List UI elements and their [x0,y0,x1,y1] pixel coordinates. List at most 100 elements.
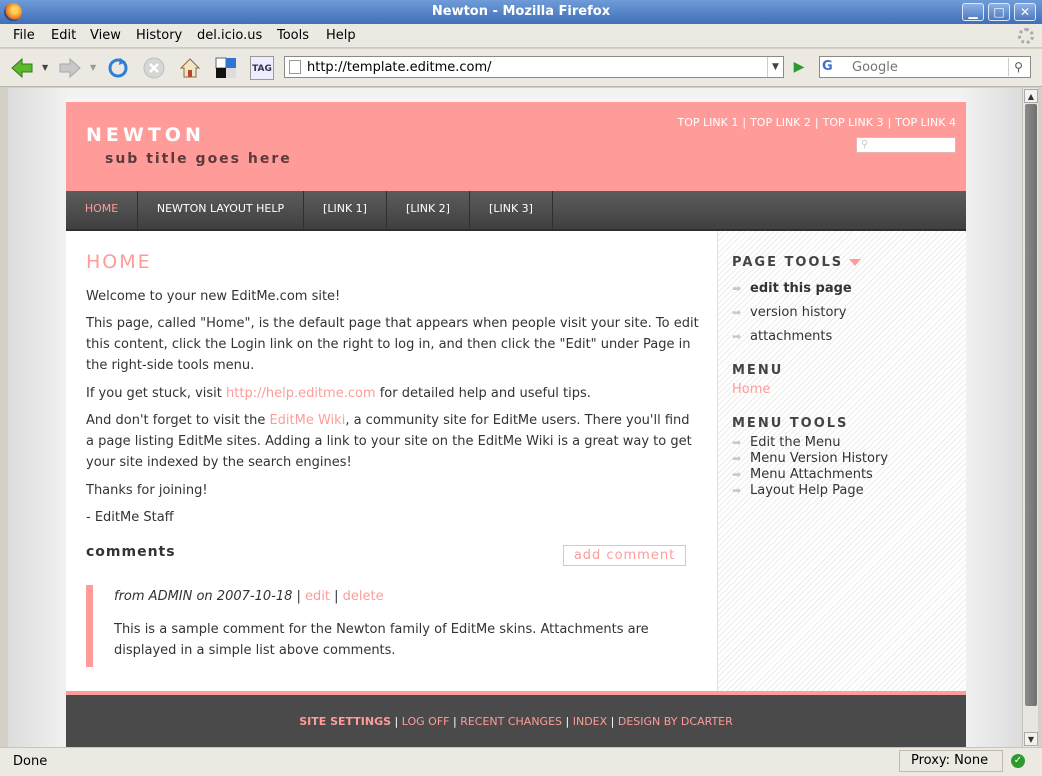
sidebar-item-label: Layout Help Page [750,483,864,498]
arrow-right-icon: ➡ [732,306,742,319]
footer-link-index[interactable]: INDEX [573,715,607,728]
menu-edit[interactable]: Edit [51,28,76,43]
window-titlebar: Newton - Mozilla Firefox ▁ □ ✕ [0,0,1042,24]
navigation-toolbar: ▼ ▼ TAG ▼ ▶ G ⚲ [0,49,1042,87]
top-link-3[interactable]: TOP LINK 3 [823,116,884,129]
back-arrow-icon[interactable] [10,56,34,80]
comment-item: from ADMIN on 2007-10-18 | edit | delete… [86,585,686,667]
signature-paragraph: - EditMe Staff [86,510,174,525]
comment-delete-link[interactable]: delete [343,589,384,604]
menu-tools-heading: MENU TOOLS [732,416,849,431]
check-icon[interactable]: ✓ [1011,754,1025,768]
scrollbar-thumb[interactable] [1025,104,1037,706]
arrow-right-icon: ➡ [732,282,742,295]
nav-tab-link-3[interactable]: [LINK 3] [470,191,553,229]
menu-link-home[interactable]: Home [732,382,770,397]
main-content: HOME Welcome to your new EditMe.com site… [66,231,717,691]
top-link-2[interactable]: TOP LINK 2 [750,116,811,129]
site-footer: SITE SETTINGS | LOG OFF | RECENT CHANGES… [66,691,966,747]
top-link-4[interactable]: TOP LINK 4 [895,116,956,129]
status-bar: Done Proxy: None ✓ [0,747,1042,776]
stop-icon[interactable] [142,56,166,80]
footer-link-design-by[interactable]: DESIGN BY DCARTER [618,715,733,728]
site-search-input[interactable]: ⚲ [856,137,956,153]
home-icon[interactable] [178,56,202,80]
site-header: NEWTON sub title goes here TOP LINK 1 | TO… [66,99,966,191]
back-dropdown-icon[interactable]: ▼ [42,63,48,72]
sidebar: PAGE TOOLS ➡ edit this page ➡ version hist… [717,231,966,691]
proxy-status[interactable]: Proxy: None [899,750,1003,772]
sidebar-item-version-history[interactable]: ➡ version history [732,305,846,320]
caret-down-icon[interactable] [849,259,862,266]
status-text: Done [13,754,48,769]
close-button[interactable]: ✕ [1014,3,1036,21]
top-links: TOP LINK 1 | TOP LINK 2 | TOP LINK 3 | TOP LIN… [677,116,956,129]
minimize-button[interactable]: ▁ [962,3,984,21]
page-tools-heading[interactable]: PAGE TOOLS [732,255,862,270]
reload-icon[interactable] [106,56,130,80]
url-dropdown-icon[interactable]: ▼ [767,57,783,77]
sidebar-item-label: version history [750,305,847,320]
tag-icon[interactable]: TAG [250,56,274,80]
delicious-icon[interactable] [214,56,238,80]
maximize-button[interactable]: □ [988,3,1010,21]
top-link-1[interactable]: TOP LINK 1 [678,116,739,129]
comments-heading: comments [86,544,176,560]
menu-help[interactable]: Help [326,28,356,43]
nav-tab-link-1[interactable]: [LINK 1] [304,191,387,229]
sidebar-item-menu-attachments[interactable]: ➡ Menu Attachments [732,467,873,482]
forward-arrow-icon[interactable] [58,56,82,80]
sidebar-item-edit-page[interactable]: ➡ edit this page [732,281,852,296]
sidebar-item-label: Edit the Menu [750,435,841,450]
search-input[interactable] [852,59,1002,75]
sidebar-item-attachments[interactable]: ➡ attachments [732,329,832,344]
comment-body: This is a sample comment for the Newton … [114,622,649,658]
menu-delicious[interactable]: del.icio.us [197,28,262,43]
page-title: HOME [86,251,152,273]
arrow-right-icon: ➡ [732,468,742,481]
page-tools-label: PAGE TOOLS [732,255,844,270]
sidebar-item-edit-menu[interactable]: ➡ Edit the Menu [732,435,840,450]
search-engine-icon[interactable]: G [822,59,848,75]
footer-link-log-off[interactable]: LOG OFF [402,715,450,728]
sidebar-item-layout-help[interactable]: ➡ Layout Help Page [732,483,864,498]
arrow-right-icon: ➡ [732,484,742,497]
sidebar-item-label: Menu Attachments [750,467,873,482]
intro-paragraph: This page, called "Home", is the default… [86,316,699,373]
sidebar-item-label: attachments [750,329,833,344]
scroll-up-icon[interactable]: ▲ [1024,89,1038,103]
menu-heading: MENU [732,363,784,378]
search-icon[interactable]: ⚲ [1008,58,1028,76]
menu-view[interactable]: View [90,28,121,43]
nav-tab-link-2[interactable]: [LINK 2] [387,191,470,229]
menu-file[interactable]: File [13,28,35,43]
wiki-text: And don't forget to visit the [86,413,270,428]
sidebar-item-menu-version-history[interactable]: ➡ Menu Version History [732,451,888,466]
scroll-down-icon[interactable]: ▼ [1024,732,1038,746]
wiki-paragraph: And don't forget to visit the EditMe Wik… [86,410,701,473]
go-arrow-icon[interactable]: ▶ [790,58,808,76]
web-page: NEWTON sub title goes here TOP LINK 1 | TO… [66,99,966,747]
help-link[interactable]: http://help.editme.com [226,386,376,401]
footer-link-recent-changes[interactable]: RECENT CHANGES [460,715,562,728]
site-subtitle: sub title goes here [105,151,292,167]
menu-history[interactable]: History [136,28,182,43]
comment-edit-link[interactable]: edit [305,589,330,604]
site-nav: HOME NEWTON LAYOUT HELP [LINK 1] [LINK 2… [66,191,966,231]
wiki-link[interactable]: EditMe Wiki [269,413,345,428]
comment-author-date: from ADMIN on 2007-10-18 [114,589,293,604]
sidebar-item-label: Menu Version History [750,451,889,466]
footer-link-site-settings[interactable]: SITE SETTINGS [299,715,391,728]
menu-tools[interactable]: Tools [277,28,309,43]
nav-tab-home[interactable]: HOME [66,191,138,229]
forward-dropdown-icon[interactable]: ▼ [90,63,96,72]
vertical-scrollbar[interactable]: ▲ ▼ [1022,88,1038,747]
url-input[interactable] [307,59,757,75]
search-bar[interactable]: G ⚲ [819,56,1031,78]
url-bar[interactable]: ▼ [284,56,784,78]
add-comment-button[interactable]: add comment [563,545,686,566]
nav-tab-layout-help[interactable]: NEWTON LAYOUT HELP [138,191,304,229]
throbber-icon [1018,28,1034,44]
footer-links: SITE SETTINGS | LOG OFF | RECENT CHANGES… [299,715,733,728]
welcome-paragraph: Welcome to your new EditMe.com site! [86,289,341,304]
